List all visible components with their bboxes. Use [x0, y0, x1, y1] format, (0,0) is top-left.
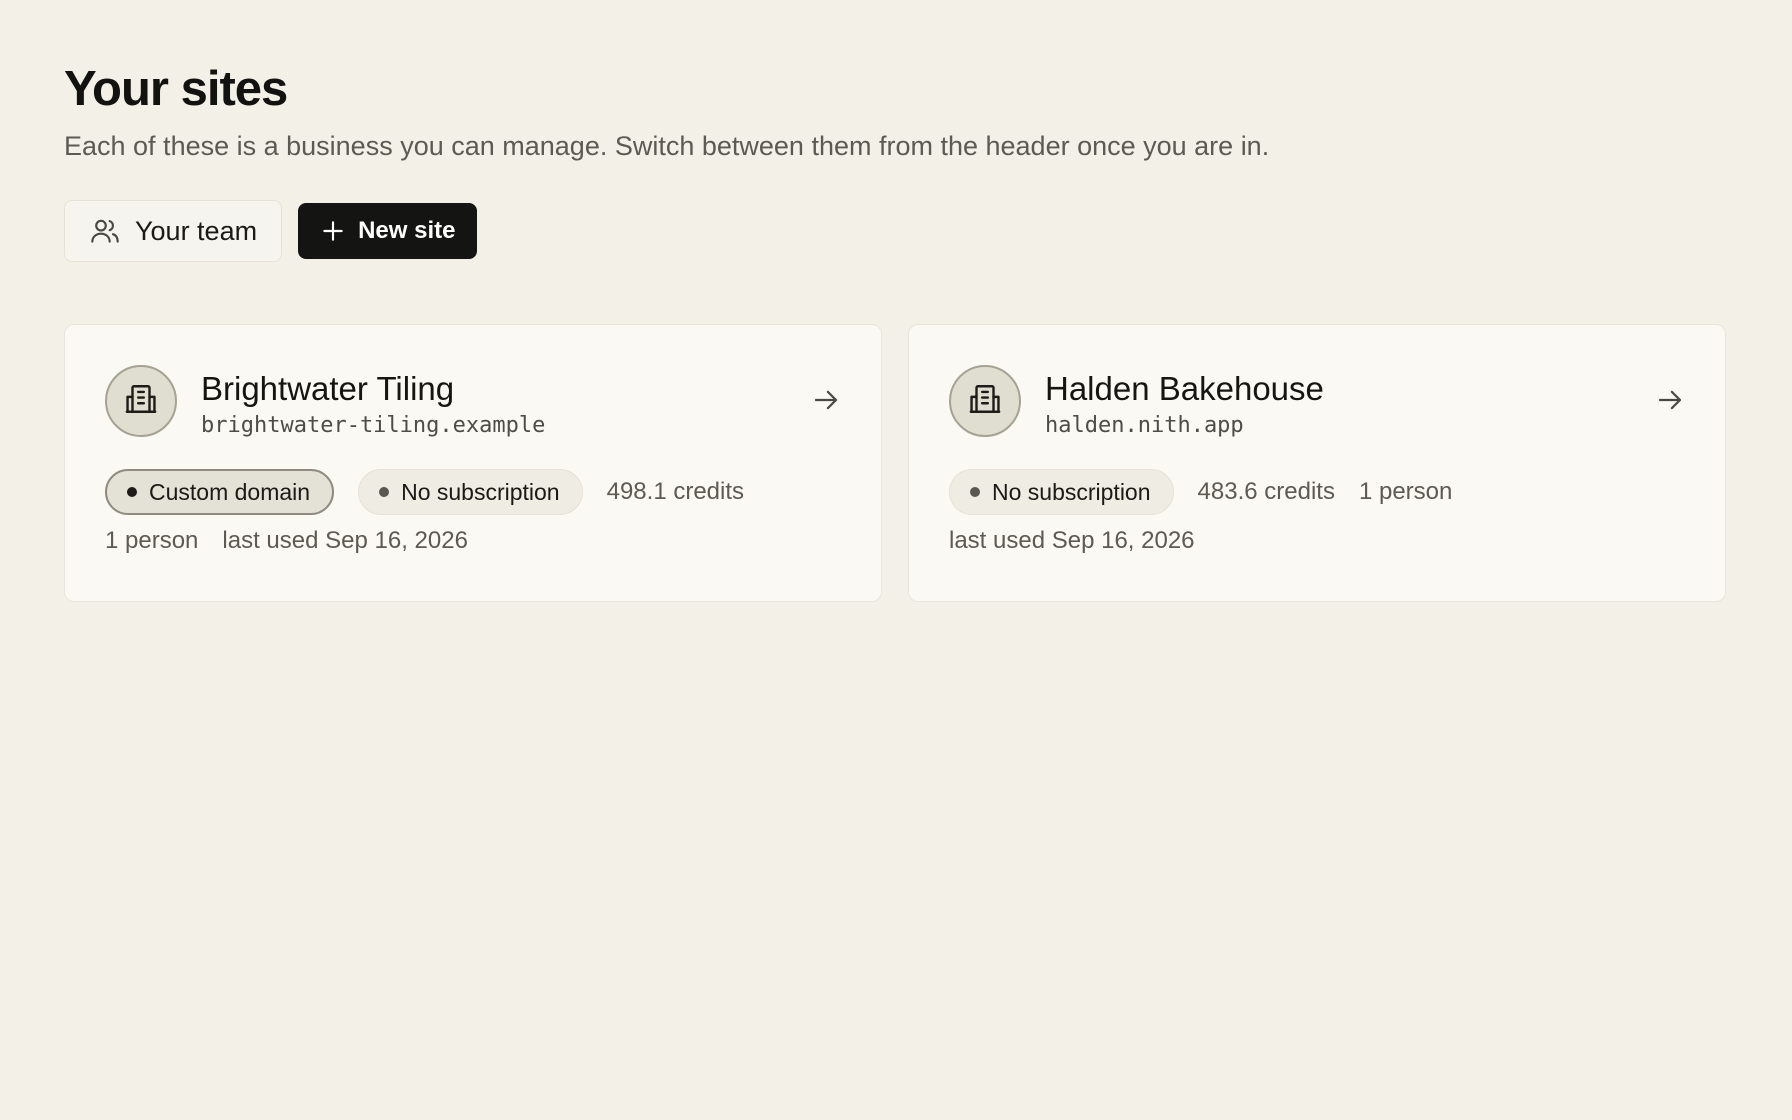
site-card-list: Brightwater Tiling brightwater-tiling.ex…: [64, 324, 1728, 602]
building-icon: [124, 382, 158, 421]
site-name: Brightwater Tiling: [201, 370, 455, 407]
badge-label: Custom domain: [149, 478, 311, 505]
badge-label: No subscription: [992, 478, 1151, 505]
subscription-badge: No subscription: [358, 469, 583, 515]
site-card-header: Brightwater Tiling brightwater-tiling.ex…: [105, 365, 841, 441]
site-credits: 483.6 credits: [1197, 478, 1335, 505]
site-last-used: last used Sep 16, 2026: [949, 527, 1195, 554]
site-titles: Brightwater Tiling brightwater-tiling.ex…: [201, 369, 545, 441]
site-card-header: Halden Bakehouse halden.nith.app: [949, 365, 1685, 441]
site-titles: Halden Bakehouse halden.nith.app: [1045, 369, 1324, 441]
site-meta-row: Custom domain No subscription 498.1 cred…: [105, 469, 841, 515]
site-meta-row-secondary: 1 person last used Sep 16, 2026: [105, 527, 841, 555]
status-dot-icon: [127, 487, 137, 497]
site-card[interactable]: Halden Bakehouse halden.nith.app No subs…: [908, 324, 1726, 602]
site-avatar: [105, 365, 177, 437]
arrow-right-icon[interactable]: [1655, 385, 1685, 420]
actions-bar: Your team New site: [64, 200, 1728, 262]
site-domain: brightwater-tiling.example: [201, 413, 546, 438]
badge-label: No subscription: [401, 478, 560, 505]
custom-domain-badge: Custom domain: [105, 469, 335, 515]
page-title: Your sites: [64, 62, 288, 116]
site-people: 1 person: [105, 527, 199, 554]
site-meta-row-secondary: last used Sep 16, 2026: [949, 527, 1685, 555]
building-icon: [968, 382, 1002, 421]
site-last-used: last used Sep 16, 2026: [222, 527, 468, 554]
site-avatar: [949, 365, 1021, 437]
site-domain: halden.nith.app: [1045, 413, 1244, 438]
new-site-label: New site: [358, 217, 456, 244]
page-subtitle: Each of these is a business you can mana…: [64, 131, 1270, 161]
status-dot-icon: [970, 487, 980, 497]
site-credits: 498.1 credits: [606, 478, 745, 505]
your-team-button[interactable]: Your team: [64, 200, 283, 262]
new-site-button[interactable]: New site: [298, 203, 478, 259]
your-team-label: Your team: [135, 215, 258, 246]
sites-page: Your sites Each of these is a business y…: [0, 0, 1792, 1120]
plus-icon: [320, 218, 346, 244]
status-dot-icon: [379, 487, 390, 497]
site-card[interactable]: Brightwater Tiling brightwater-tiling.ex…: [64, 324, 882, 602]
arrow-right-icon[interactable]: [811, 385, 841, 420]
users-icon: [89, 215, 121, 247]
site-meta-row: No subscription 483.6 credits 1 person: [949, 469, 1685, 515]
site-name: Halden Bakehouse: [1045, 370, 1324, 407]
site-people: 1 person: [1358, 478, 1453, 505]
subscription-badge: No subscription: [949, 469, 1174, 515]
